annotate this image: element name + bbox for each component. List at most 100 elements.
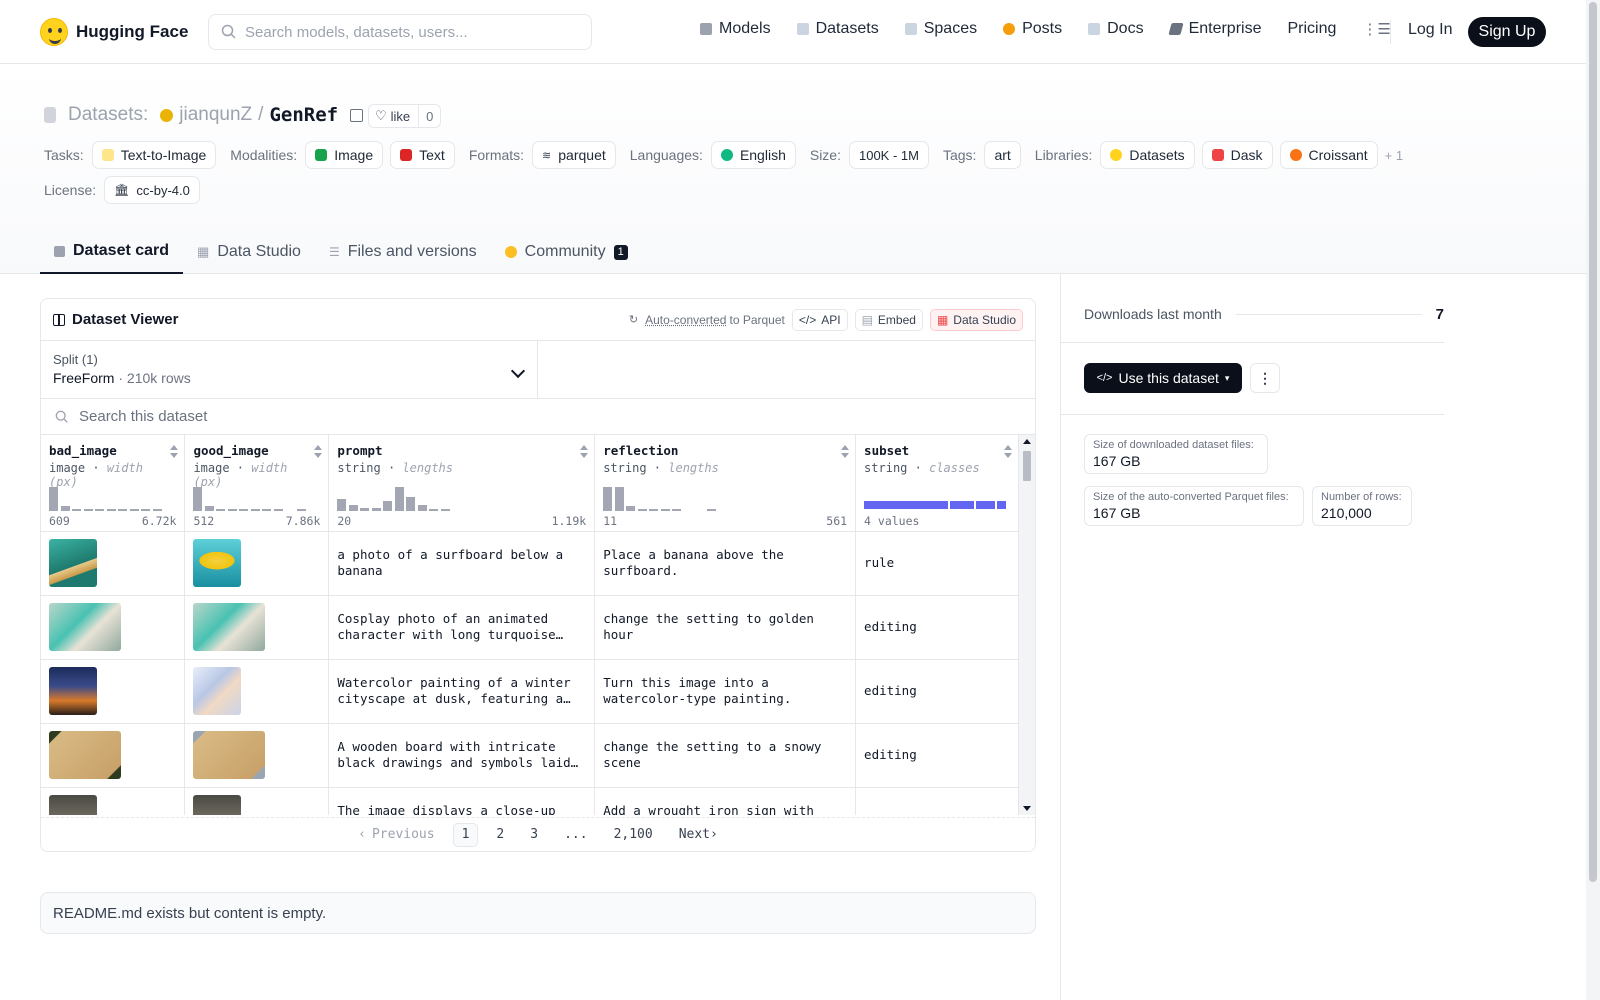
dataset-search-input[interactable]: Search this dataset bbox=[41, 399, 1035, 435]
subset-cell[interactable]: editing bbox=[855, 659, 1019, 724]
good-image-cell[interactable] bbox=[184, 595, 330, 660]
reflection-cell[interactable]: change the setting to golden hour bbox=[594, 595, 857, 660]
language-chip[interactable]: English bbox=[710, 141, 796, 169]
prev-page-button[interactable]: ‹ Previous bbox=[350, 823, 442, 847]
sort-icon[interactable] bbox=[580, 445, 589, 459]
tag-chip-art[interactable]: art bbox=[984, 141, 1021, 169]
data-studio-button[interactable]: ▦ Data Studio bbox=[929, 308, 1023, 331]
auto-converted-link[interactable]: Auto-converted bbox=[645, 313, 726, 327]
tab-community[interactable]: Community 1 bbox=[491, 230, 642, 274]
scroll-up-icon[interactable] bbox=[1023, 439, 1031, 444]
subset-cell[interactable]: rule bbox=[855, 531, 1019, 596]
more-menu-icon[interactable]: ⋮☰ bbox=[1362, 20, 1390, 38]
page-scrollbar-thumb[interactable] bbox=[1589, 2, 1597, 882]
reflection-cell[interactable]: Turn this image into a watercolor-type p… bbox=[594, 659, 857, 724]
table-row[interactable]: The image displays a close-up view… Add a… bbox=[41, 787, 1019, 815]
libraries-more[interactable]: + 1 bbox=[1385, 148, 1403, 163]
more-options-button[interactable]: ⋮ bbox=[1250, 363, 1280, 393]
column-header-reflection[interactable]: reflection string · lengths 11 561 bbox=[594, 435, 857, 532]
column-header-prompt[interactable]: prompt string · lengths 20 1.19k bbox=[328, 435, 596, 532]
nav-datasets[interactable]: Datasets bbox=[796, 20, 879, 38]
prompt-cell[interactable]: Watercolor painting of a winter cityscap… bbox=[328, 659, 596, 724]
repo-section[interactable]: Datasets: bbox=[68, 104, 148, 126]
library-chip-dask[interactable]: Dask bbox=[1201, 141, 1273, 169]
table-row[interactable]: Cosplay photo of an animated character w… bbox=[41, 595, 1019, 660]
search-input[interactable]: Search models, datasets, users... bbox=[208, 14, 592, 50]
subset-cell[interactable]: editing bbox=[855, 595, 1019, 660]
embed-button[interactable]: ▤ Embed bbox=[854, 308, 923, 331]
page-3-button[interactable]: 3 bbox=[522, 823, 546, 847]
sort-icon[interactable] bbox=[841, 445, 850, 459]
scrollbar-thumb[interactable] bbox=[1023, 451, 1031, 481]
reflection-cell[interactable]: Add a wrought iron sign with "Au… bbox=[594, 787, 857, 815]
bad-image-cell[interactable] bbox=[41, 595, 186, 660]
column-header-bad_image[interactable]: bad_image image · width (px) 609 6.72k bbox=[41, 435, 186, 532]
page-scrollbar[interactable] bbox=[1586, 0, 1600, 1000]
sort-icon[interactable] bbox=[170, 445, 179, 459]
bad-image-thumbnail[interactable] bbox=[49, 731, 121, 779]
good-image-thumbnail[interactable] bbox=[193, 795, 242, 815]
nav-pricing[interactable]: Pricing bbox=[1287, 20, 1336, 38]
library-chip-croissant[interactable]: Croissant bbox=[1279, 141, 1378, 169]
reflection-cell[interactable]: change the setting to a snowy scene bbox=[594, 723, 857, 788]
prompt-cell[interactable]: a photo of a surfboard below a banana bbox=[328, 531, 596, 596]
prompt-cell[interactable]: Cosplay photo of an animated character w… bbox=[328, 595, 596, 660]
next-page-button[interactable]: Next › bbox=[671, 823, 726, 847]
signup-button[interactable]: Sign Up bbox=[1468, 17, 1546, 47]
tab-data-studio[interactable]: ▦ Data Studio bbox=[183, 230, 315, 274]
good-image-thumbnail[interactable] bbox=[193, 539, 242, 587]
login-link[interactable]: Log In bbox=[1408, 21, 1452, 39]
bad-image-thumbnail[interactable] bbox=[49, 539, 97, 587]
repo-name[interactable]: GenRef bbox=[269, 104, 338, 126]
good-image-cell[interactable] bbox=[184, 659, 330, 724]
use-dataset-button[interactable]: </> Use this dataset ▾ bbox=[1084, 363, 1242, 393]
good-image-thumbnail[interactable] bbox=[193, 667, 242, 715]
column-header-good_image[interactable]: good_image image · width (px) 512 7.86k bbox=[184, 435, 330, 532]
page-last-button[interactable]: 2,100 bbox=[606, 823, 661, 847]
copy-icon[interactable] bbox=[350, 108, 364, 122]
prompt-cell[interactable]: The image displays a close-up view… bbox=[328, 787, 596, 815]
split-select[interactable]: Split (1) FreeForm · 210k rows bbox=[41, 341, 538, 398]
tab-files-versions[interactable]: ☰ Files and versions bbox=[315, 230, 491, 274]
sort-icon[interactable] bbox=[1004, 445, 1012, 459]
nav-models[interactable]: Models bbox=[700, 20, 771, 38]
bad-image-cell[interactable] bbox=[41, 787, 186, 815]
library-chip-datasets[interactable]: Datasets bbox=[1100, 141, 1195, 169]
api-button[interactable]: </> API bbox=[791, 308, 848, 331]
bad-image-cell[interactable] bbox=[41, 531, 186, 596]
nav-enterprise[interactable]: Enterprise bbox=[1167, 20, 1261, 38]
repo-owner[interactable]: jianqunZ bbox=[179, 104, 252, 126]
column-header-subset[interactable]: subset string · classes 4 values bbox=[855, 435, 1019, 532]
table-row[interactable]: A wooden board with intricate black draw… bbox=[41, 723, 1019, 788]
good-image-cell[interactable] bbox=[184, 723, 330, 788]
modality-chip-image[interactable]: Image bbox=[305, 141, 384, 169]
table-scrollbar[interactable] bbox=[1019, 435, 1035, 815]
table-row[interactable]: Watercolor painting of a winter cityscap… bbox=[41, 659, 1019, 724]
like-button[interactable]: ♡ like 0 bbox=[368, 104, 442, 128]
nav-docs[interactable]: Docs bbox=[1088, 20, 1144, 38]
prompt-cell[interactable]: A wooden board with intricate black draw… bbox=[328, 723, 596, 788]
reflection-cell[interactable]: Place a banana above the surfboard. bbox=[594, 531, 857, 596]
good-image-thumbnail[interactable] bbox=[193, 731, 266, 779]
license-chip[interactable]: 🏛 cc-by-4.0 bbox=[104, 176, 200, 204]
bad-image-thumbnail[interactable] bbox=[49, 667, 97, 715]
nav-posts[interactable]: Posts bbox=[1003, 20, 1062, 38]
tab-dataset-card[interactable]: Dataset card bbox=[40, 230, 184, 274]
good-image-cell[interactable] bbox=[184, 787, 330, 815]
table-row[interactable]: a photo of a surfboard below a banana Pla… bbox=[41, 531, 1019, 596]
scroll-down-icon[interactable] bbox=[1023, 806, 1031, 811]
good-image-thumbnail[interactable] bbox=[193, 603, 266, 651]
bad-image-thumbnail[interactable] bbox=[49, 603, 121, 651]
format-chip[interactable]: ≋ parquet bbox=[532, 141, 616, 169]
page-1-button[interactable]: 1 bbox=[452, 822, 479, 847]
bad-image-thumbnail[interactable] bbox=[49, 795, 97, 815]
bad-image-cell[interactable] bbox=[41, 723, 186, 788]
sort-icon[interactable] bbox=[314, 445, 323, 459]
logo[interactable]: Hugging Face bbox=[40, 18, 188, 46]
good-image-cell[interactable] bbox=[184, 531, 330, 596]
size-chip[interactable]: 100K - 1M bbox=[848, 141, 929, 169]
task-chip[interactable]: Text-to-Image bbox=[91, 141, 217, 169]
page-2-button[interactable]: 2 bbox=[488, 823, 512, 847]
modality-chip-text[interactable]: Text bbox=[390, 141, 455, 169]
nav-spaces[interactable]: Spaces bbox=[904, 20, 977, 38]
